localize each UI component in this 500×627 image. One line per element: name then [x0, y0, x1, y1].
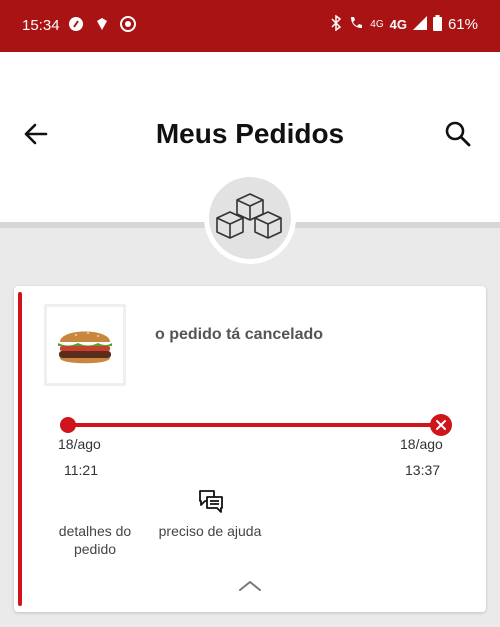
battery-percent: 61%: [447, 16, 478, 33]
bluetooth-icon: [330, 14, 342, 34]
boxes-icon: [216, 193, 282, 239]
battery-icon: [432, 15, 442, 34]
signal-icon: [412, 16, 427, 33]
timeline-cancel-marker: [430, 414, 452, 436]
burger-image: [58, 331, 112, 364]
chrome-icon: [120, 16, 136, 37]
network-small-label: 4G: [370, 19, 384, 30]
status-bar: 15:34 4G 4G 61%: [0, 0, 500, 52]
help-button[interactable]: preciso de ajuda: [155, 522, 265, 540]
timeline-start-dot: [60, 417, 76, 433]
timeline-end-time: 13:37: [405, 462, 441, 478]
diamond-icon: [94, 16, 110, 37]
card-accent-bar: [18, 292, 22, 606]
page-title: Meus Pedidos: [155, 118, 345, 149]
timeline-start-time: 11:21: [64, 462, 98, 478]
timeline-start-date: 18/ago: [58, 436, 101, 452]
timeline-line: [68, 423, 436, 427]
music-icon: [68, 16, 84, 37]
order-card[interactable]: o pedido tá cancelado 18/ago 11:21 18/ag…: [14, 286, 486, 612]
chevron-up-icon[interactable]: [236, 578, 264, 599]
search-icon: [445, 121, 471, 147]
timeline-end-date: 18/ago: [400, 436, 443, 452]
close-icon: [436, 420, 446, 430]
order-details-button[interactable]: detalhes do pedido: [40, 522, 150, 558]
order-timeline: [60, 414, 452, 436]
network-label: 4G: [389, 17, 407, 32]
order-status: o pedido tá cancelado: [155, 326, 324, 343]
search-button[interactable]: [442, 118, 474, 150]
orders-badge: [204, 172, 296, 264]
product-thumbnail: [44, 304, 126, 386]
chat-icon: [197, 488, 225, 521]
wifi-call-icon: [348, 15, 364, 34]
status-time: 15:34: [22, 17, 60, 34]
